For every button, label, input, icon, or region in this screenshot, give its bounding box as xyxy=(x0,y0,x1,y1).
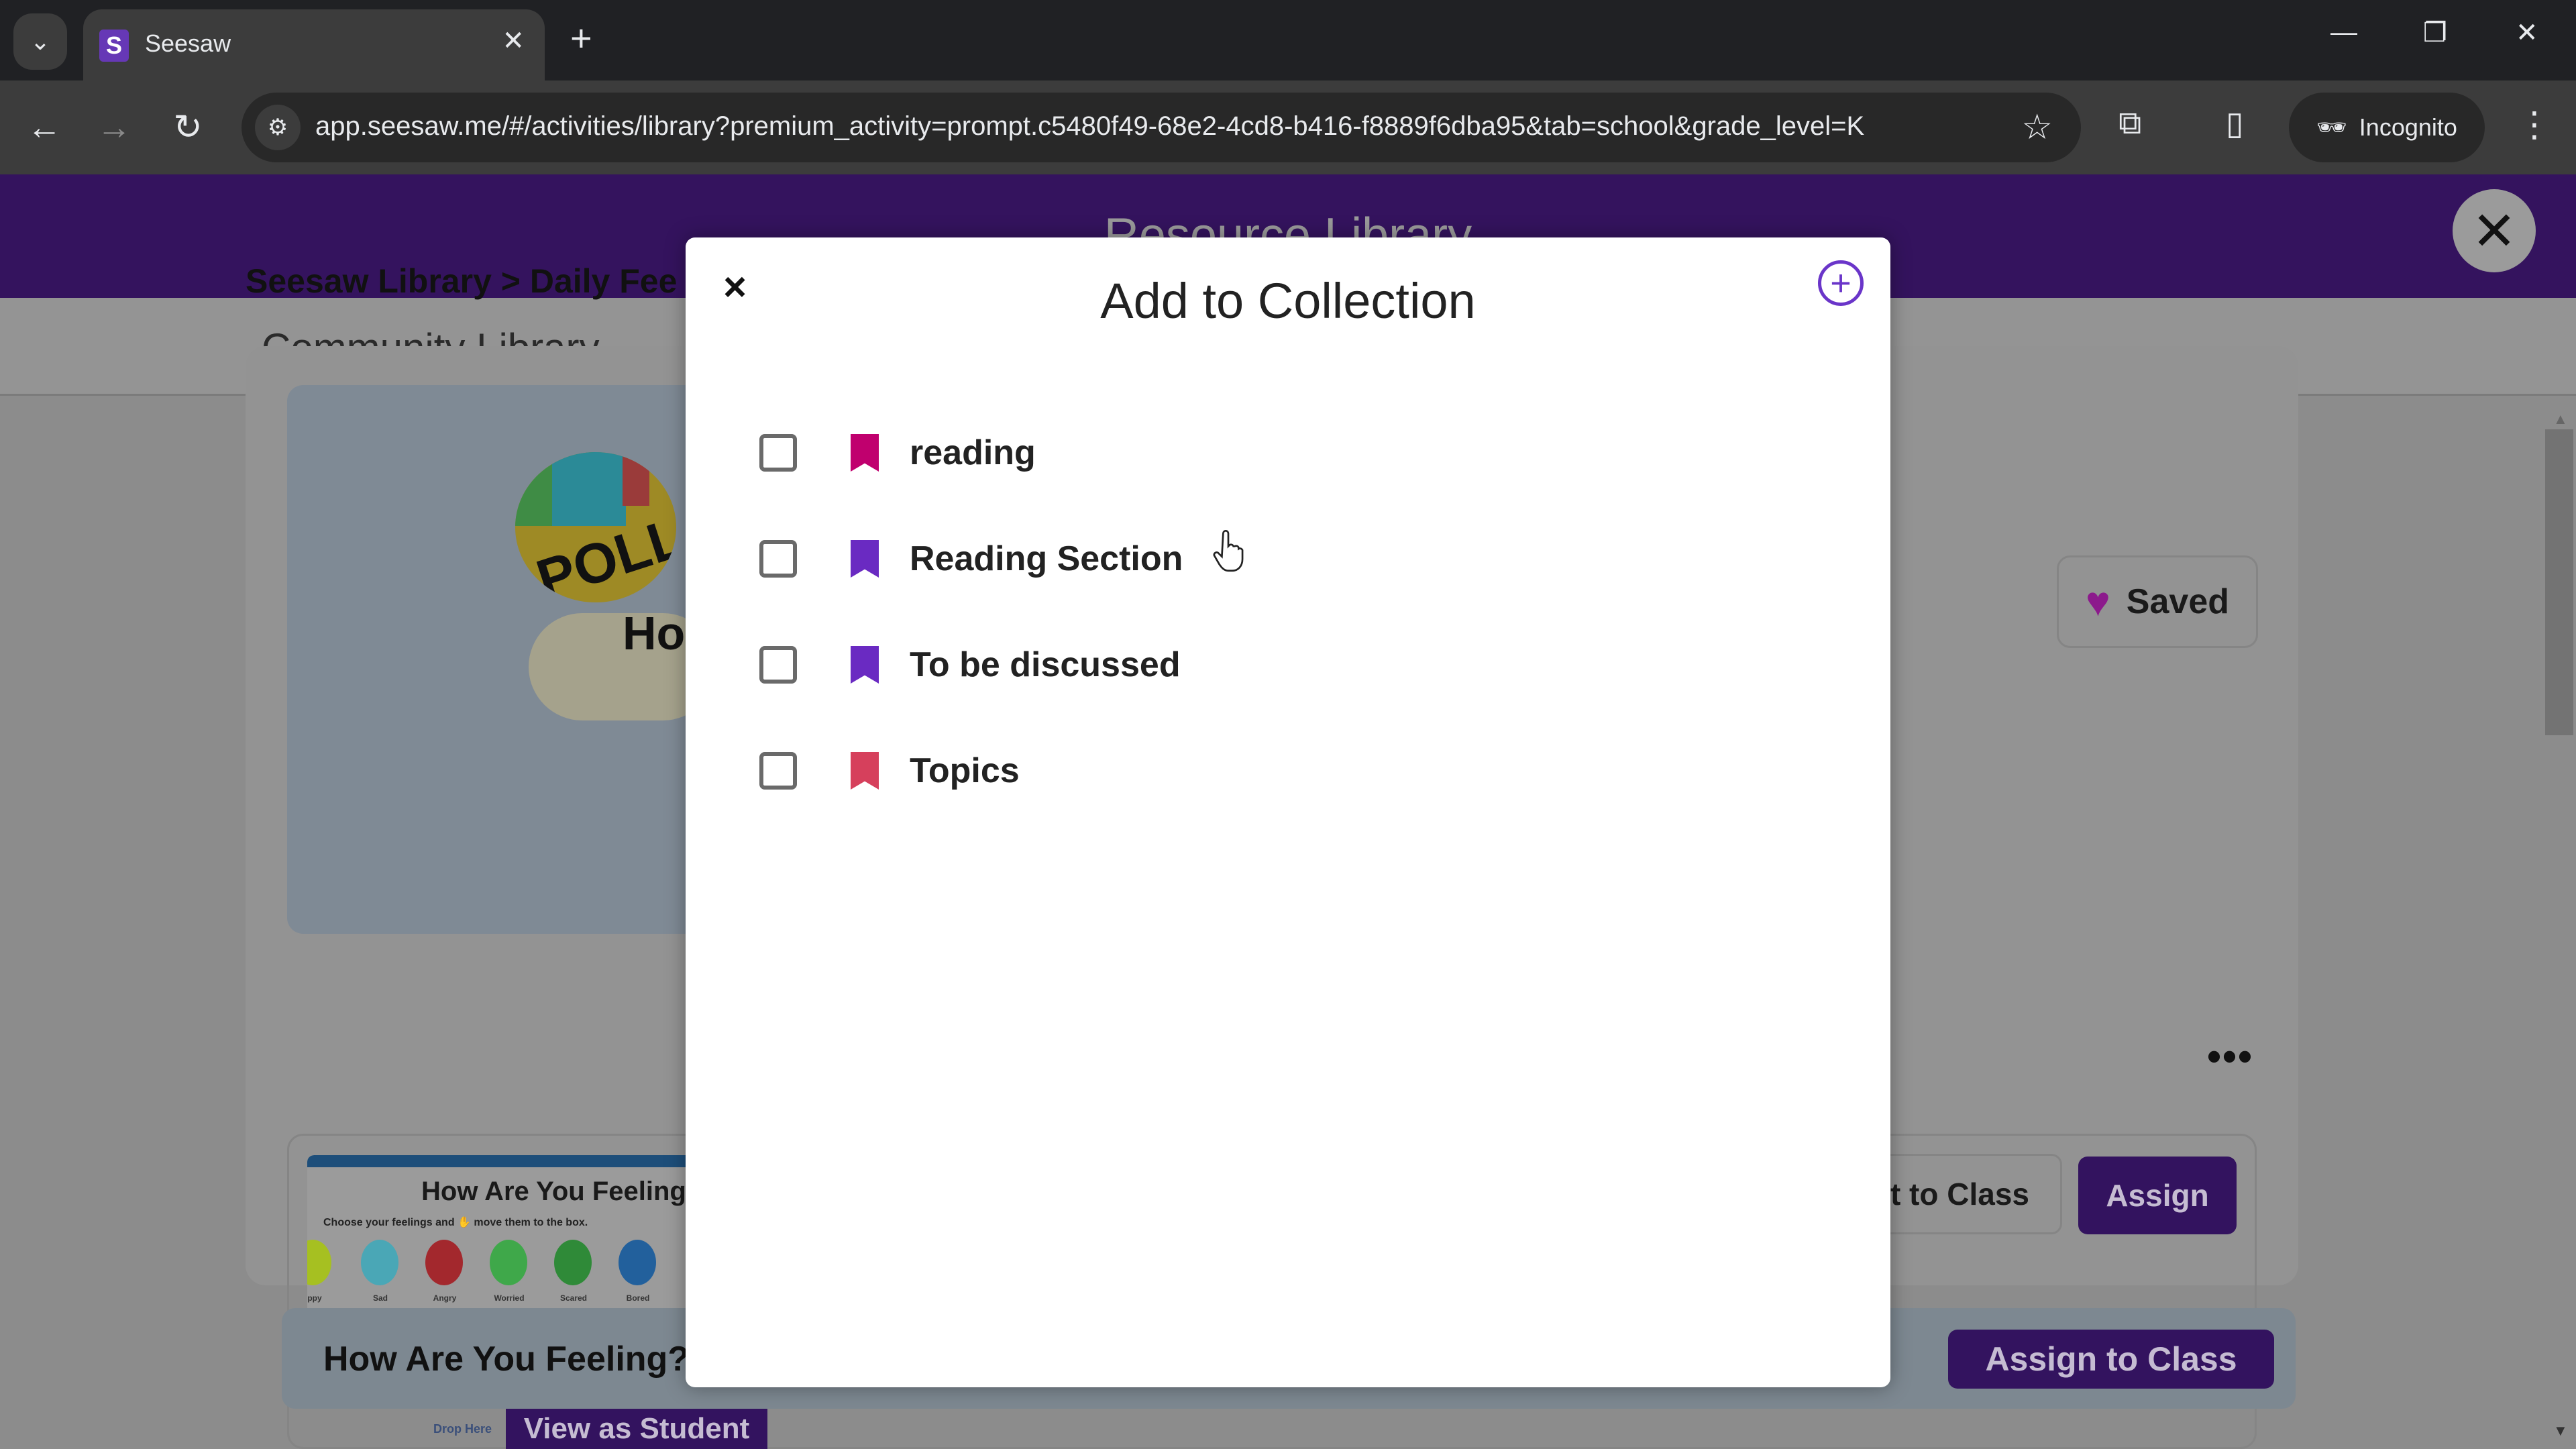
restore-icon: ❐ xyxy=(2423,18,2447,48)
browser-toolbar: ← → ↻ ⚙ app.seesaw.me/#/activities/libra… xyxy=(0,80,2576,174)
incognito-indicator[interactable]: 🕶 Incognito xyxy=(2289,93,2485,162)
close-icon: ✕ xyxy=(2471,201,2517,261)
plus-circle-icon: + xyxy=(1830,263,1851,303)
bookmark-icon xyxy=(851,646,879,684)
thumbnail-title: How Are You Feeling xyxy=(421,1177,686,1206)
new-tab-button[interactable]: + xyxy=(570,16,592,60)
face-happy xyxy=(307,1240,331,1285)
tab-close-icon[interactable]: ✕ xyxy=(502,25,525,56)
scroll-down-arrow-icon[interactable]: ▼ xyxy=(2553,1422,2568,1440)
collection-item[interactable]: reading xyxy=(759,423,1036,483)
collection-name: To be discussed xyxy=(910,645,1181,684)
face-label: Worried xyxy=(494,1293,525,1303)
pie-slice-blue xyxy=(552,452,626,526)
collection-item[interactable]: Reading Section xyxy=(759,529,1183,589)
collection-checkbox[interactable] xyxy=(759,752,797,790)
modal-title: Add to Collection xyxy=(1100,273,1476,329)
drop-here-label: Drop Here xyxy=(433,1422,492,1436)
face-label: Bored xyxy=(626,1293,650,1303)
minimize-button[interactable]: — xyxy=(2330,17,2357,48)
collection-checkbox[interactable] xyxy=(759,646,797,684)
side-panel-icon[interactable]: ▯ xyxy=(2226,105,2243,142)
collection-name: reading xyxy=(910,433,1036,472)
face-label: Angry xyxy=(433,1293,457,1303)
arrow-left-icon: ← xyxy=(27,108,62,147)
more-options-icon[interactable]: ••• xyxy=(2207,1033,2253,1079)
minimize-icon: — xyxy=(2330,17,2357,47)
collection-name: Reading Section xyxy=(910,539,1183,578)
collection-item[interactable]: To be discussed xyxy=(759,635,1181,695)
activity-hero-image: POLL Ho F xyxy=(287,385,716,934)
site-info-button[interactable]: ⚙ xyxy=(255,105,301,150)
extensions-icon[interactable]: ⧉ xyxy=(2118,105,2141,142)
face-label: ppy xyxy=(307,1293,322,1303)
collection-name: Topics xyxy=(910,751,1020,790)
back-button[interactable]: ← xyxy=(24,107,64,148)
tune-icon: ⚙ xyxy=(267,115,288,140)
thumbnail-subtitle: Choose your feelings and ✋ move them to … xyxy=(323,1217,588,1228)
address-bar[interactable]: ⚙ app.seesaw.me/#/activities/library?pre… xyxy=(241,93,2081,162)
tab-title: Seesaw xyxy=(145,30,231,57)
reload-button[interactable]: ↻ xyxy=(168,107,208,148)
scrollbar-thumb[interactable] xyxy=(2545,429,2573,735)
face-worried xyxy=(490,1240,527,1285)
page-scrollbar[interactable]: ▲ ▼ xyxy=(2542,402,2576,1449)
thumbnail-top-bar xyxy=(307,1155,710,1167)
seesaw-favicon-icon: S xyxy=(99,30,129,62)
hero-text-line1: Ho xyxy=(623,607,686,659)
bookmark-icon xyxy=(851,434,879,472)
arrow-right-icon: → xyxy=(97,108,131,147)
hand-pointer-cursor-icon xyxy=(1213,530,1244,572)
scroll-up-arrow-icon[interactable]: ▲ xyxy=(2553,411,2568,428)
face-angry xyxy=(425,1240,463,1285)
face-label: Sad xyxy=(372,1293,388,1303)
browser-menu-icon[interactable]: ⋮ xyxy=(2517,105,2552,145)
browser-tab-bar: ⌄ S Seesaw ✕ + — ❐ ✕ xyxy=(0,0,2576,80)
view-as-student-button[interactable]: View as Student xyxy=(506,1409,767,1449)
face-scared xyxy=(554,1240,592,1285)
bookmark-icon xyxy=(851,540,879,578)
assign-button[interactable]: Assign xyxy=(2078,1157,2237,1234)
window-close-button[interactable]: ✕ xyxy=(2516,17,2538,48)
incognito-icon: 🕶 xyxy=(2316,113,2347,141)
collection-item[interactable]: Topics xyxy=(759,741,1020,801)
bookmark-icon xyxy=(851,752,879,790)
reload-icon: ↻ xyxy=(173,108,203,147)
incognito-label: Incognito xyxy=(2359,113,2457,141)
collection-checkbox[interactable] xyxy=(759,434,797,472)
face-label: Scared xyxy=(559,1293,588,1303)
create-collection-button[interactable]: + xyxy=(1818,260,1864,306)
pie-slice-red xyxy=(623,452,649,506)
collection-checkbox[interactable] xyxy=(759,540,797,578)
url-text[interactable]: app.seesaw.me/#/activities/library?premi… xyxy=(315,111,1864,142)
tab-list-button[interactable]: ⌄ xyxy=(13,13,67,70)
add-to-collection-modal: × Add to Collection + reading Reading Se… xyxy=(686,237,1890,1387)
bookmark-star-icon[interactable]: ☆ xyxy=(2021,107,2053,148)
close-icon: ✕ xyxy=(2516,18,2538,48)
restore-button[interactable]: ❐ xyxy=(2423,17,2447,48)
face-bored xyxy=(619,1240,656,1285)
activity-thumbnail[interactable]: How Are You Feeling Choose your feelings… xyxy=(307,1155,710,1316)
heart-icon: ♥ xyxy=(2085,578,2110,625)
poll-logo: POLL xyxy=(515,452,676,602)
face-sad xyxy=(361,1240,398,1285)
close-library-button[interactable]: ✕ xyxy=(2453,189,2536,272)
browser-tab[interactable]: S Seesaw ✕ xyxy=(83,9,545,80)
saved-button[interactable]: ♥ Saved xyxy=(2057,555,2258,648)
breadcrumb[interactable]: Seesaw Library > Daily Fee xyxy=(246,262,677,301)
saved-label: Saved xyxy=(2126,582,2230,621)
forward-button[interactable]: → xyxy=(94,107,134,148)
assign-to-class-button[interactable]: Assign to Class xyxy=(1948,1330,2274,1389)
chevron-down-icon: ⌄ xyxy=(30,28,51,55)
activity-title: How Are You Feeling? xyxy=(323,1340,690,1379)
plus-icon: + xyxy=(570,17,592,59)
